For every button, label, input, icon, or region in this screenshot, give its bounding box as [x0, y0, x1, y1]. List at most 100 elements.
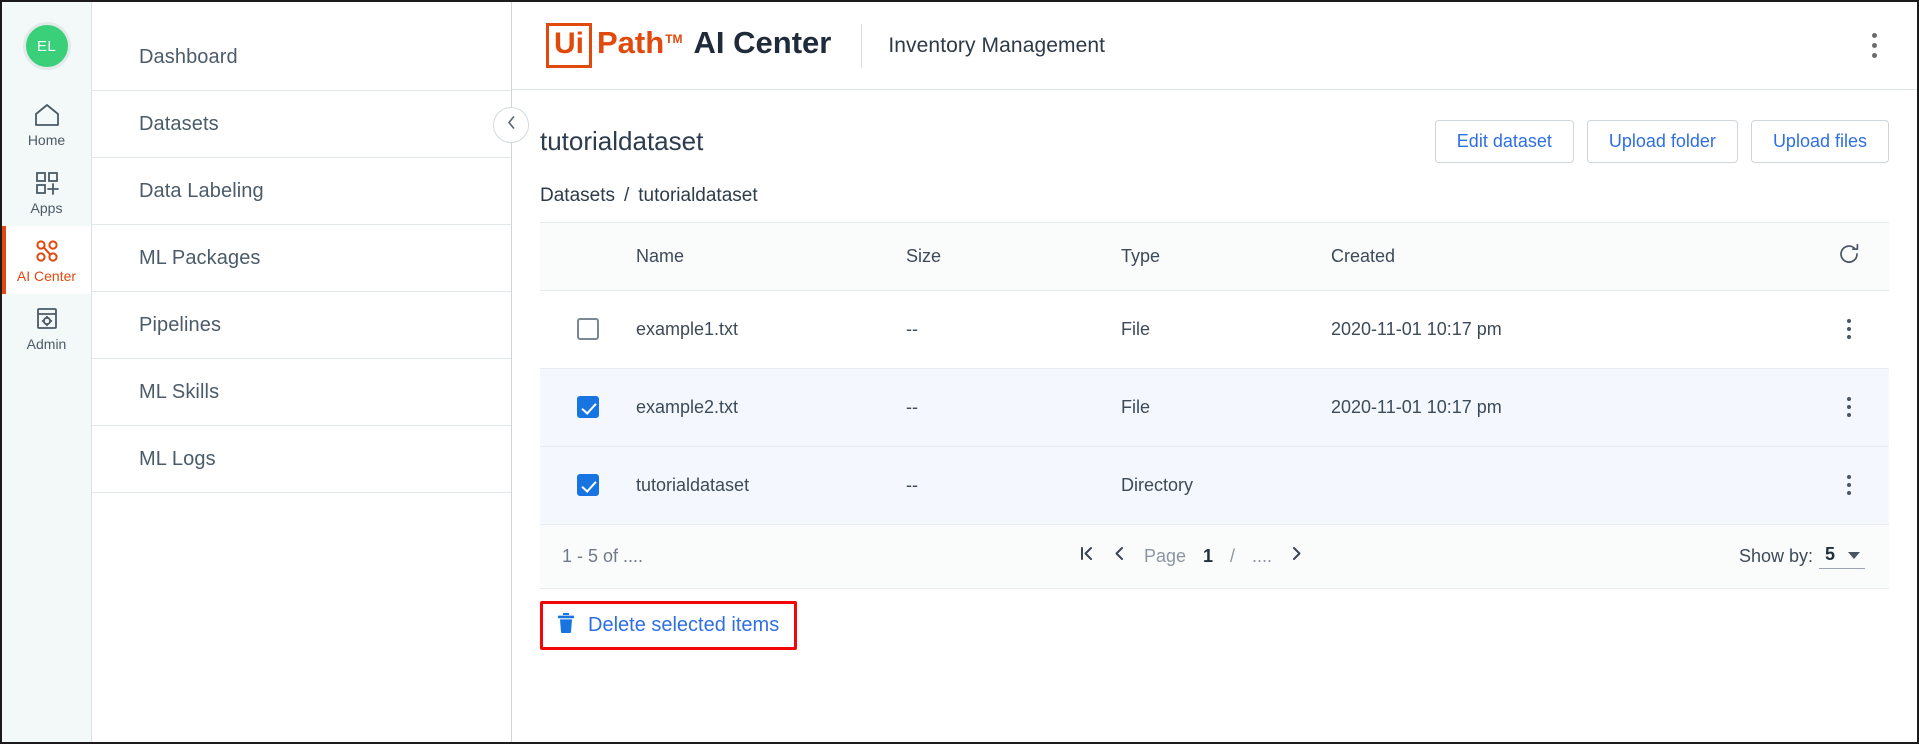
collapse-sidebar-button[interactable] [493, 107, 529, 143]
sidebar-item-label: Data Labeling [139, 179, 264, 202]
rail-item-ai-center-label: AI Center [16, 267, 77, 284]
show-by-number: 5 [1824, 543, 1835, 564]
cell-created: 2020-11-01 10:17 pm [1331, 396, 1502, 417]
delete-bar: Delete selected items [540, 600, 798, 650]
row-checkbox-cell [540, 396, 636, 418]
cell-created: 2020-11-01 10:17 pm [1331, 318, 1502, 339]
first-page-button[interactable] [1078, 545, 1095, 567]
row-checkbox-cell [540, 318, 636, 340]
column-header-created: Created [1331, 245, 1396, 266]
apps-grid-plus-icon [33, 170, 61, 196]
sidebar-item-ml-packages[interactable]: ML Packages [92, 225, 511, 292]
page-title: tutorialdataset [540, 125, 704, 156]
prev-page-button[interactable] [1112, 545, 1127, 567]
chevron-down-icon [1848, 551, 1860, 559]
sidebar-item-dashboard[interactable]: Dashboard [92, 24, 511, 91]
row-checkbox[interactable] [577, 396, 599, 418]
trash-icon [556, 612, 576, 639]
logo-trademark-mark: TM [665, 32, 683, 46]
logo-product-name: AI Center [693, 25, 832, 60]
breadcrumb: Datasets / tutorialdataset [540, 185, 1889, 207]
show-by-label: Show by: [1738, 545, 1813, 566]
main-content: tutorialdataset Edit dataset Upload fold… [512, 90, 1917, 742]
kebab-menu-icon [1836, 390, 1862, 424]
page-total: .... [1252, 545, 1273, 566]
row-checkbox[interactable] [577, 318, 599, 340]
uipath-logo[interactable]: Ui Path TM AI Center [546, 23, 831, 68]
table-row[interactable]: example1.txt -- File 2020-11-01 10:17 pm [540, 291, 1889, 369]
files-table: Name Size Type Created example1.txt -- F… [540, 221, 1889, 589]
rail-item-home[interactable]: Home [2, 90, 91, 158]
avatar-container: EL [2, 2, 91, 90]
page-label: Page [1143, 545, 1186, 566]
cell-name: example1.txt [636, 318, 739, 339]
rail-item-apps-label: Apps [30, 199, 63, 216]
sidebar-item-label: ML Logs [139, 447, 216, 470]
pagination-controls: Page 1 / .... [643, 545, 1739, 567]
sidebar-item-data-labeling[interactable]: Data Labeling [92, 158, 511, 225]
right-column: Ui Path TM AI Center Inventory Managemen… [512, 2, 1917, 742]
sidebar-item-label: Pipelines [139, 313, 222, 336]
column-header-type: Type [1121, 245, 1161, 266]
sidebar-item-datasets[interactable]: Datasets [92, 91, 511, 158]
show-by-value[interactable]: 5 [1818, 543, 1865, 569]
avatar[interactable]: EL [22, 22, 71, 70]
row-menu-button[interactable] [1809, 468, 1889, 502]
sidebar-item-label: Dashboard [139, 45, 238, 68]
rail-item-admin[interactable]: Admin [2, 294, 91, 362]
rail-item-admin-label: Admin [26, 335, 67, 352]
cell-type: File [1121, 396, 1151, 417]
cell-type: File [1121, 318, 1151, 339]
next-page-button[interactable] [1289, 545, 1304, 567]
row-menu-button[interactable] [1809, 390, 1889, 424]
table-row[interactable]: tutorialdataset -- Directory [540, 446, 1889, 525]
refresh-button[interactable] [1809, 242, 1889, 271]
column-header-name: Name [636, 245, 685, 266]
rail-item-home-label: Home [27, 131, 66, 148]
rail-item-apps[interactable]: Apps [2, 158, 91, 226]
cell-type: Directory [1121, 474, 1194, 495]
delete-selected-items-label: Delete selected items [588, 613, 780, 636]
application-window: EL Home Apps AI Center Admin Dashboard D… [0, 0, 1919, 744]
delete-selected-items-button[interactable]: Delete selected items [540, 600, 798, 650]
cell-size: -- [906, 396, 918, 417]
next-page-icon [1289, 545, 1304, 567]
logo-ui-mark: Ui [546, 23, 592, 68]
sidebar-item-ml-logs[interactable]: ML Logs [92, 426, 511, 493]
sidebar-item-ml-skills[interactable]: ML Skills [92, 359, 511, 426]
row-checkbox[interactable] [577, 474, 599, 496]
pagination-bar: 1 - 5 of .... Page 1 / .... Show by: 5 [540, 524, 1889, 589]
sidebar-item-pipelines[interactable]: Pipelines [92, 292, 511, 359]
kebab-menu-icon [1836, 312, 1862, 346]
page-number[interactable]: 1 [1203, 546, 1213, 567]
breadcrumb-root[interactable]: Datasets [540, 185, 615, 207]
chevron-left-icon [505, 115, 518, 135]
sidebar-item-label: ML Packages [139, 246, 261, 269]
table-row[interactable]: example2.txt -- File 2020-11-01 10:17 pm [540, 368, 1889, 447]
page-header: tutorialdataset Edit dataset Upload fold… [540, 90, 1889, 163]
cell-name: tutorialdataset [636, 474, 750, 495]
ai-center-nodes-icon [33, 238, 61, 264]
first-page-icon [1078, 545, 1095, 567]
row-menu-button[interactable] [1809, 312, 1889, 346]
row-checkbox-cell [540, 474, 636, 496]
sidebar-item-label: Datasets [139, 112, 219, 135]
column-header-size: Size [906, 245, 942, 266]
primary-rail-nav: EL Home Apps AI Center Admin [2, 2, 92, 742]
breadcrumb-current: tutorialdataset [638, 184, 758, 206]
top-bar: Ui Path TM AI Center Inventory Managemen… [512, 2, 1917, 90]
secondary-nav: Dashboard Datasets Data Labeling ML Pack… [92, 2, 529, 742]
upload-folder-button[interactable]: Upload folder [1586, 120, 1738, 163]
show-by-selector[interactable]: Show by: 5 [1739, 544, 1865, 569]
edit-dataset-button[interactable]: Edit dataset [1434, 120, 1574, 163]
topbar-divider [861, 23, 863, 68]
admin-gear-panel-icon [33, 306, 61, 332]
cell-size: -- [906, 474, 918, 495]
table-header-row: Name Size Type Created [540, 222, 1889, 291]
kebab-menu-icon[interactable] [1857, 26, 1891, 66]
logo-path-word: Path [597, 25, 665, 60]
page-separator: / [1230, 545, 1236, 566]
tenant-title: Inventory Management [888, 33, 1106, 57]
upload-files-button[interactable]: Upload files [1750, 120, 1889, 163]
rail-item-ai-center[interactable]: AI Center [2, 226, 91, 294]
